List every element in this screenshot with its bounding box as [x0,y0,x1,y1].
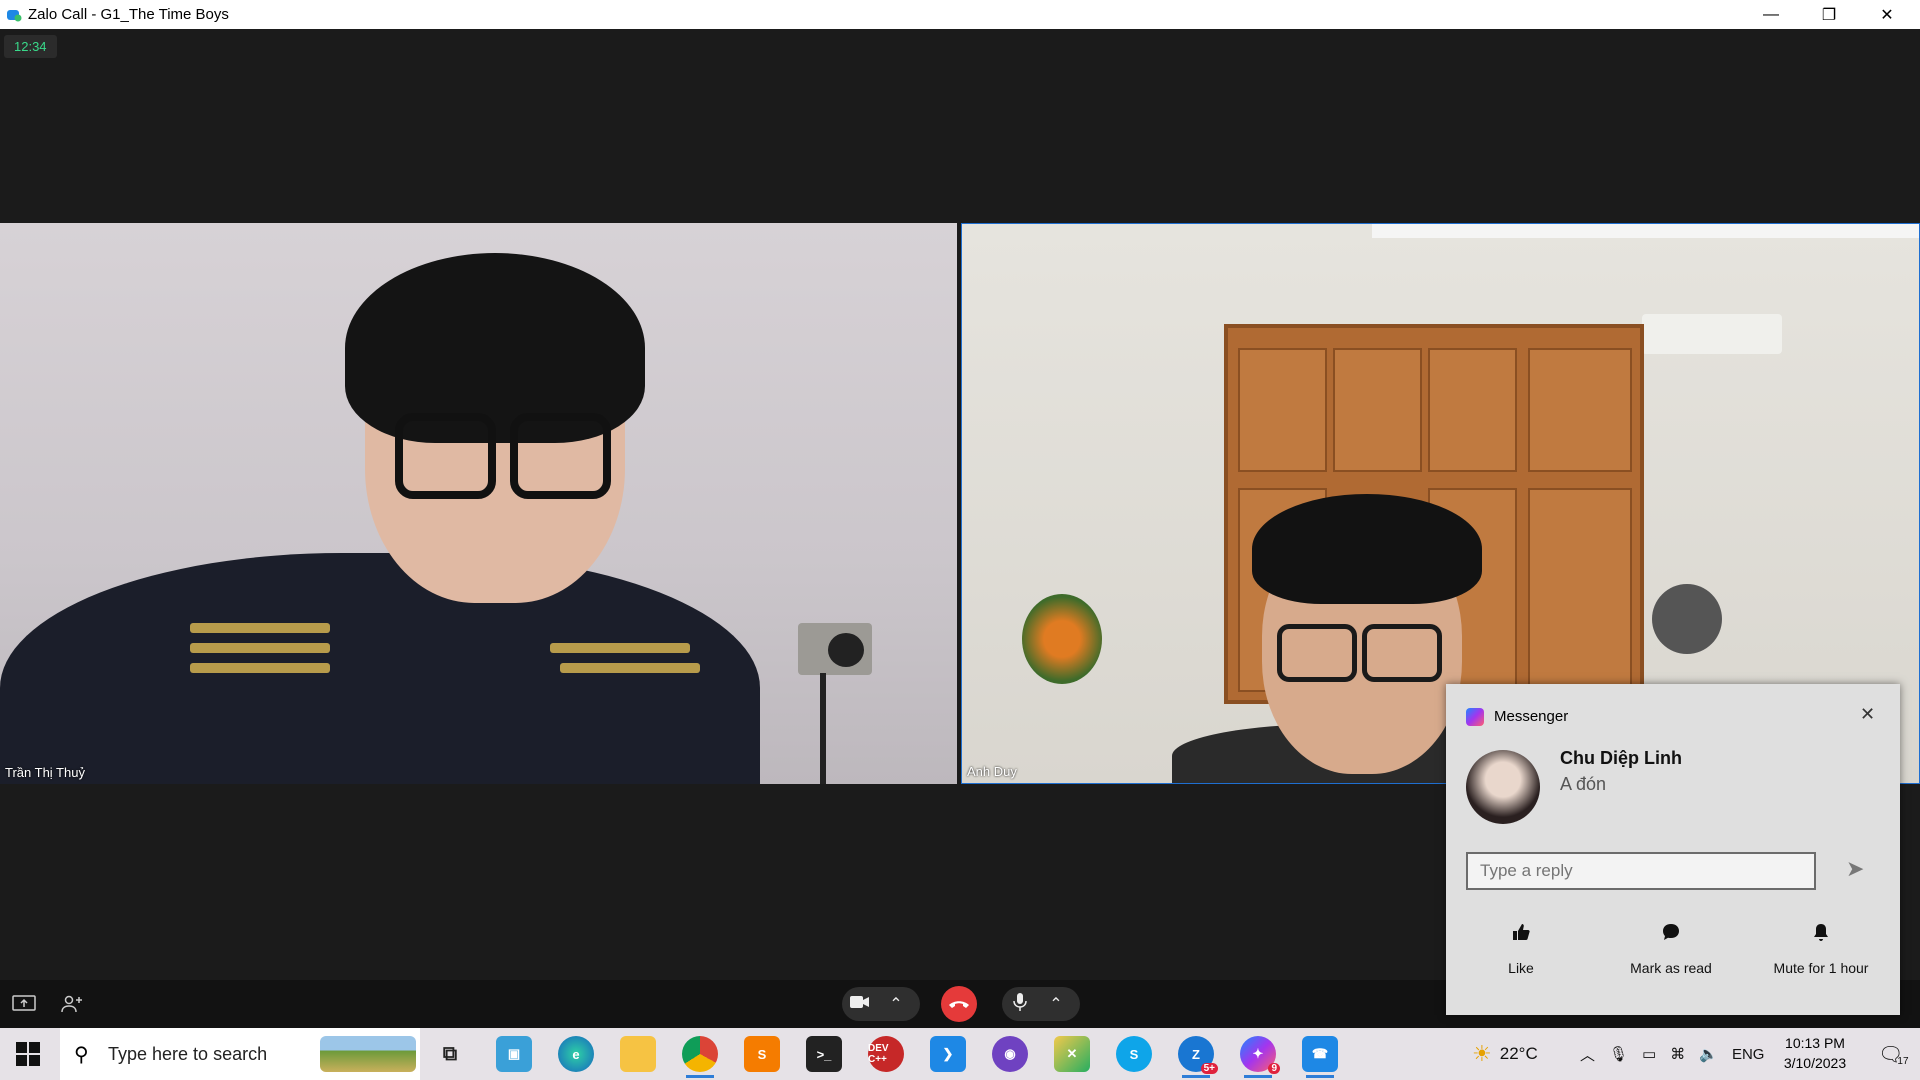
mic-tray-icon[interactable]: 🎙 [1609,1045,1628,1063]
action-label: Like [1508,960,1534,976]
zalo-badge: 5+ [1200,1063,1218,1074]
skype-icon[interactable]: S [1116,1036,1152,1072]
terminal-icon[interactable]: >_ [806,1036,842,1072]
participant-hair [1252,494,1482,604]
app-icon[interactable]: ✕ [1054,1036,1090,1072]
chevron-up-icon[interactable]: ︿ [1580,1044,1595,1065]
edge-icon[interactable]: e [558,1036,594,1072]
fan [1652,584,1722,654]
shirt-stripe [190,663,330,673]
taskbar-search[interactable]: ⚲ Type here to search [60,1028,420,1080]
notification-center-icon[interactable]: 🗨 17 [1878,1028,1909,1080]
participant-name: Anh Duy [967,764,1017,779]
volume-icon[interactable]: 🔈 [1699,1045,1718,1063]
zalo-call-icon[interactable]: ☎ [1302,1036,1338,1078]
minimize-button[interactable]: — [1742,0,1800,29]
reply-input[interactable] [1466,852,1816,890]
shirt-stripe [550,643,690,653]
glasses-lens [510,413,611,499]
mute-action-button[interactable]: Mute for 1 hour [1746,922,1896,976]
search-icon: ⚲ [74,1044,89,1066]
glasses-lens [1277,624,1357,682]
notification-count: 17 [1897,1055,1909,1067]
messenger-notification[interactable]: Messenger ✕ Chu Diệp Linh A đón ➤ Like M… [1446,684,1900,1015]
window-title: Zalo Call - G1_The Time Boys [28,6,229,23]
windows-start-icon[interactable] [16,1042,40,1066]
wardrobe-panel [1528,488,1632,692]
messenger-icon [1466,708,1484,726]
participant-name: Trần Thị Thuỷ [5,765,85,780]
plant [1022,594,1102,684]
wardrobe-panel [1238,348,1327,472]
glasses-lens [395,413,496,499]
notification-sender: Chu Diệp Linh [1560,748,1682,768]
battery-icon[interactable]: ▭ [1642,1045,1656,1063]
zalo-icon[interactable]: Z 5+ [1178,1036,1218,1078]
messenger-badge: 9 [1268,1063,1280,1074]
avatar [1466,750,1540,824]
weather-icon: ☀ [1472,1041,1492,1066]
notification-message: A đón [1560,774,1607,794]
sublime-icon[interactable]: S [744,1036,780,1072]
clock-time: 10:13 PM [1785,1035,1845,1051]
hangup-icon [949,1001,969,1008]
clock-date: 3/10/2023 [1783,1055,1847,1071]
shirt-stripe [190,623,330,633]
mic-control[interactable]: ⌃ [1002,987,1080,1021]
hangup-button[interactable] [941,986,977,1022]
search-highlight-image [320,1036,416,1072]
restore-button[interactable]: ❐ [1800,0,1858,29]
video-tile-participant-1[interactable]: Trần Thị Thuỷ [0,223,957,784]
system-tray: ︿ 🎙 ▭ ⌘ 🔈 ENG [1580,1028,1764,1080]
call-timer: 12:34 [4,35,57,58]
cable [820,673,826,784]
messenger-icon[interactable]: ✦ 9 [1240,1036,1280,1078]
add-people-icon[interactable] [60,992,84,1016]
camera-options-chevron-icon[interactable]: ⌃ [878,994,914,1014]
language-indicator[interactable]: ENG [1732,1046,1765,1063]
mic-options-chevron-icon[interactable]: ⌃ [1038,994,1074,1014]
clock[interactable]: 10:13 PM 3/10/2023 [1770,1033,1860,1073]
mark-as-read-action-button[interactable]: Mark as read [1596,922,1746,976]
devcpp-icon[interactable]: DEV C++ [868,1036,904,1072]
camera-icon[interactable] [842,995,878,1014]
wardrobe-panel [1428,348,1517,472]
thumbs-up-icon [1446,922,1596,948]
air-conditioner [1642,314,1782,354]
mic-icon[interactable] [1002,992,1038,1017]
camera-control[interactable]: ⌃ [842,987,920,1021]
action-label: Mute for 1 hour [1773,960,1869,976]
folder-icon[interactable] [620,1036,656,1072]
github-icon[interactable]: ◉ [992,1036,1028,1072]
shirt-stripe [560,663,700,673]
weather-widget[interactable]: ☀ 22°C [1472,1028,1538,1080]
send-icon[interactable]: ➤ [1846,856,1864,882]
screen-share-icon[interactable] [12,992,36,1016]
taskbar: ⚲ Type here to search ⧉ ▣ e S >_ DEV C++… [0,1028,1920,1080]
wardrobe-panel [1528,348,1632,472]
weather-temp: 22°C [1499,1044,1538,1063]
wardrobe-panel [1333,348,1422,472]
snip-icon[interactable]: ▣ [496,1036,532,1072]
zalo-call-app-icon [7,10,22,22]
ceiling-light [1372,224,1919,238]
search-placeholder: Type here to search [108,1044,268,1064]
plug [828,633,864,667]
action-label: Mark as read [1630,960,1712,976]
vscode-icon[interactable]: ❯ [930,1036,966,1072]
title-bar: Zalo Call - G1_The Time Boys — ❐ ✕ [0,0,1920,29]
glasses-lens [1362,624,1442,682]
task-view-icon[interactable]: ⧉ [432,1036,468,1072]
close-button[interactable]: ✕ [1858,0,1916,29]
bell-icon [1746,922,1896,948]
close-icon[interactable]: ✕ [1860,704,1875,725]
like-action-button[interactable]: Like [1446,922,1596,976]
notification-app-name: Messenger [1494,708,1569,725]
chrome-icon[interactable] [682,1036,718,1078]
network-icon[interactable]: ⌘ [1670,1045,1685,1063]
chat-bubble-icon [1596,922,1746,948]
shirt-stripe [190,643,330,653]
